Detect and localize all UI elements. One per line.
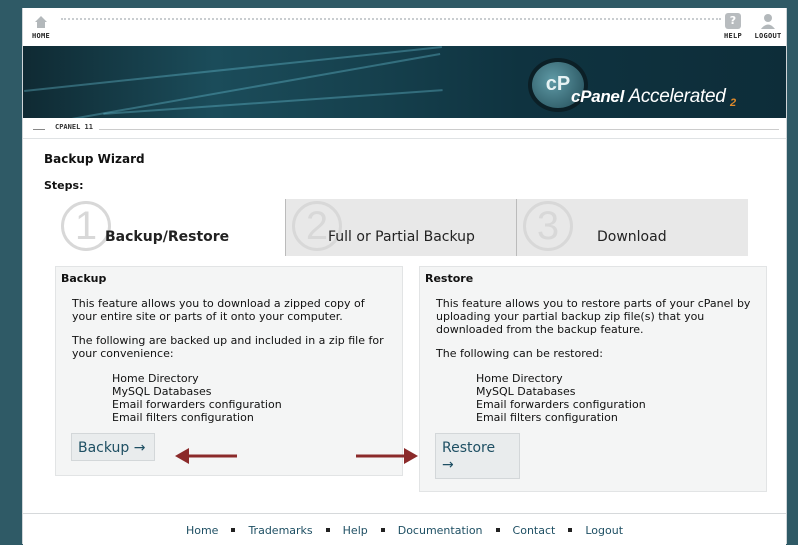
- footer-link-trademarks[interactable]: Trademarks: [248, 524, 312, 537]
- step-label: Full or Partial Backup: [328, 229, 475, 245]
- page-title: Backup Wizard: [44, 152, 145, 166]
- footer-link-contact[interactable]: Contact: [513, 524, 556, 537]
- cpanel-banner: cP cPanel Accelerated 2: [23, 46, 786, 118]
- backup-panel: Backup This feature allows you to downlo…: [55, 266, 403, 476]
- step-number: 3: [523, 201, 573, 251]
- list-item: Home Directory: [112, 372, 199, 385]
- list-item: Email forwarders configuration: [476, 398, 646, 411]
- restore-button-arrow: →: [442, 457, 454, 473]
- restore-button[interactable]: Restore →: [435, 433, 520, 479]
- step-number: 1: [61, 201, 111, 251]
- list-item: Email forwarders configuration: [112, 398, 282, 411]
- restore-description: This feature allows you to restore parts…: [436, 297, 751, 336]
- right-pointing-arrow-icon: [356, 448, 418, 464]
- help-nav-button[interactable]: ? HELP: [722, 13, 744, 40]
- logo-version: 2: [729, 97, 736, 109]
- user-icon: [761, 14, 775, 29]
- footer-link-help[interactable]: Help: [343, 524, 368, 537]
- backup-items-list: Home Directory MySQL Databases Email for…: [112, 372, 282, 424]
- footer-link-logout[interactable]: Logout: [585, 524, 623, 537]
- home-nav-button[interactable]: HOME: [29, 15, 53, 40]
- step-backup-restore[interactable]: 1 Backup/Restore: [55, 199, 285, 256]
- footer: Home Trademarks Help Documentation Contact Lo…: [23, 513, 786, 545]
- step-download[interactable]: 3 Download: [516, 199, 748, 256]
- restore-heading: Restore: [425, 272, 474, 285]
- version-label: CPANEL 11: [55, 123, 93, 131]
- logo-word: Accelerated: [628, 86, 726, 107]
- restore-panel: Restore This feature allows you to resto…: [419, 266, 767, 492]
- list-item: Home Directory: [476, 372, 563, 385]
- footer-links: Home Trademarks Help Documentation Contact Lo…: [23, 524, 786, 537]
- list-item: MySQL Databases: [476, 385, 576, 398]
- page-frame: HOME ? HELP LOGOUT cP cPanel Accelerated…: [22, 8, 787, 545]
- left-pointing-arrow-icon: [175, 448, 237, 464]
- help-nav-label: HELP: [723, 32, 743, 40]
- list-item: Email filters configuration: [476, 411, 618, 424]
- question-mark-icon: ?: [725, 13, 741, 29]
- logo-brand: cPanel: [571, 87, 625, 106]
- footer-link-home[interactable]: Home: [186, 524, 218, 537]
- backup-description: This feature allows you to download a zi…: [72, 297, 365, 323]
- restore-restorable-text: The following can be restored:: [436, 347, 603, 360]
- backup-heading: Backup: [61, 272, 107, 285]
- step-full-or-partial-backup[interactable]: 2 Full or Partial Backup: [285, 199, 517, 256]
- logout-nav-label: LOGOUT: [754, 32, 782, 40]
- version-bar: CPANEL 11: [23, 118, 786, 139]
- list-item: Email filters configuration: [112, 411, 254, 424]
- top-navigation: HOME ? HELP LOGOUT: [23, 8, 786, 46]
- logout-nav-button[interactable]: LOGOUT: [752, 13, 784, 40]
- steps-label: Steps:: [44, 179, 84, 192]
- step-label: Backup/Restore: [105, 229, 230, 245]
- home-nav-label: HOME: [31, 32, 51, 40]
- step-label: Download: [597, 229, 667, 245]
- backup-included-text: The following are backed up and included…: [72, 334, 384, 360]
- backup-button[interactable]: Backup →: [71, 433, 155, 461]
- restore-button-label: Restore: [442, 440, 496, 456]
- list-item: MySQL Databases: [112, 385, 212, 398]
- nav-divider: [61, 18, 721, 20]
- restore-items-list: Home Directory MySQL Databases Email for…: [476, 372, 646, 424]
- footer-link-documentation[interactable]: Documentation: [398, 524, 483, 537]
- cpanel-logo: cPanel Accelerated 2: [571, 86, 736, 109]
- home-icon: [35, 16, 47, 28]
